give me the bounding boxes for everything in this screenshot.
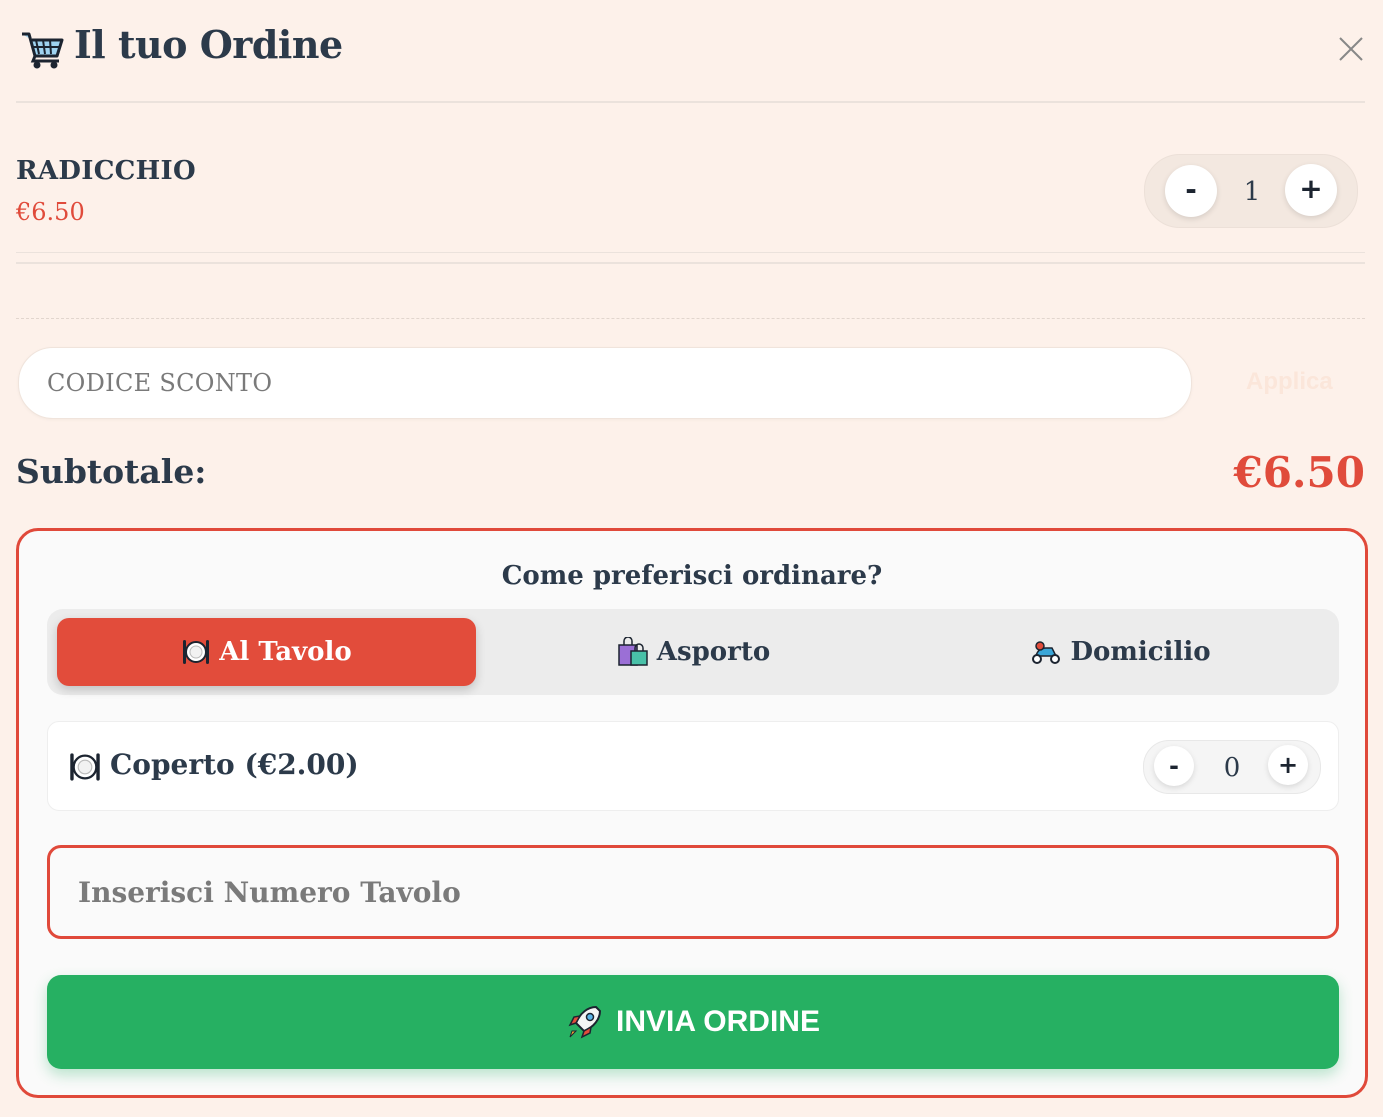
increase-coperto-button[interactable]: + xyxy=(1268,745,1308,785)
increase-quantity-button[interactable]: + xyxy=(1285,164,1337,216)
tab-asporto[interactable]: Asporto xyxy=(484,618,903,686)
tab-domicilio[interactable]: Domicilio xyxy=(911,618,1330,686)
order-type-title: Come preferisci ordinare? xyxy=(501,561,883,591)
table-number-placeholder: Inserisci Numero Tavolo xyxy=(78,876,461,909)
discount-code-placeholder: CODICE SCONTO xyxy=(47,369,273,397)
shopping-cart-icon xyxy=(22,32,64,69)
apply-discount-button[interactable]: Applica xyxy=(1246,368,1333,396)
dashed-divider xyxy=(16,318,1365,319)
tab-domicilio-label: Domicilio xyxy=(1070,637,1211,667)
tab-al-tavolo[interactable]: Al Tavolo xyxy=(57,618,476,686)
plate-cutlery-icon xyxy=(183,640,210,664)
close-icon[interactable] xyxy=(1338,36,1364,62)
decrease-coperto-button[interactable]: - xyxy=(1154,746,1194,786)
order-options-panel: Come preferisci ordinare? Al Tavolo Aspo… xyxy=(16,528,1368,1098)
order-type-tabs: Al Tavolo Asporto Domicilio xyxy=(47,609,1339,695)
divider xyxy=(16,262,1365,264)
subtotal-value: €6.50 xyxy=(1233,448,1365,497)
item-price: €6.50 xyxy=(16,198,85,226)
order-header: Il tuo Ordine xyxy=(16,0,1365,103)
rocket-icon xyxy=(568,1005,602,1039)
cart-item: RADICCHIO €6.50 - 1 + xyxy=(16,120,1365,253)
item-quantity-value: 1 xyxy=(1243,177,1261,207)
tab-al-tavolo-label: Al Tavolo xyxy=(219,637,352,667)
item-quantity-stepper: - 1 + xyxy=(1144,154,1358,228)
submit-order-button[interactable]: INVIA ORDINE xyxy=(47,975,1339,1069)
shopping-bag-icon xyxy=(618,637,648,666)
scooter-icon xyxy=(1032,641,1061,664)
subtotal-label: Subtotale: xyxy=(16,452,207,491)
discount-code-input[interactable]: CODICE SCONTO xyxy=(18,347,1192,419)
coperto-row: Coperto (€2.00) - 0 + xyxy=(47,721,1339,811)
coperto-quantity-value: 0 xyxy=(1223,753,1241,783)
table-number-input[interactable]: Inserisci Numero Tavolo xyxy=(47,845,1339,939)
tab-asporto-label: Asporto xyxy=(656,637,771,667)
decrease-quantity-button[interactable]: - xyxy=(1165,165,1217,217)
page-title: Il tuo Ordine xyxy=(74,22,343,67)
submit-order-label: INVIA ORDINE xyxy=(616,1005,820,1038)
coperto-label: Coperto (€2.00) xyxy=(110,748,359,781)
coperto-quantity-stepper: - 0 + xyxy=(1143,740,1321,794)
plate-cutlery-icon xyxy=(70,753,100,781)
item-name: RADICCHIO xyxy=(16,156,196,186)
